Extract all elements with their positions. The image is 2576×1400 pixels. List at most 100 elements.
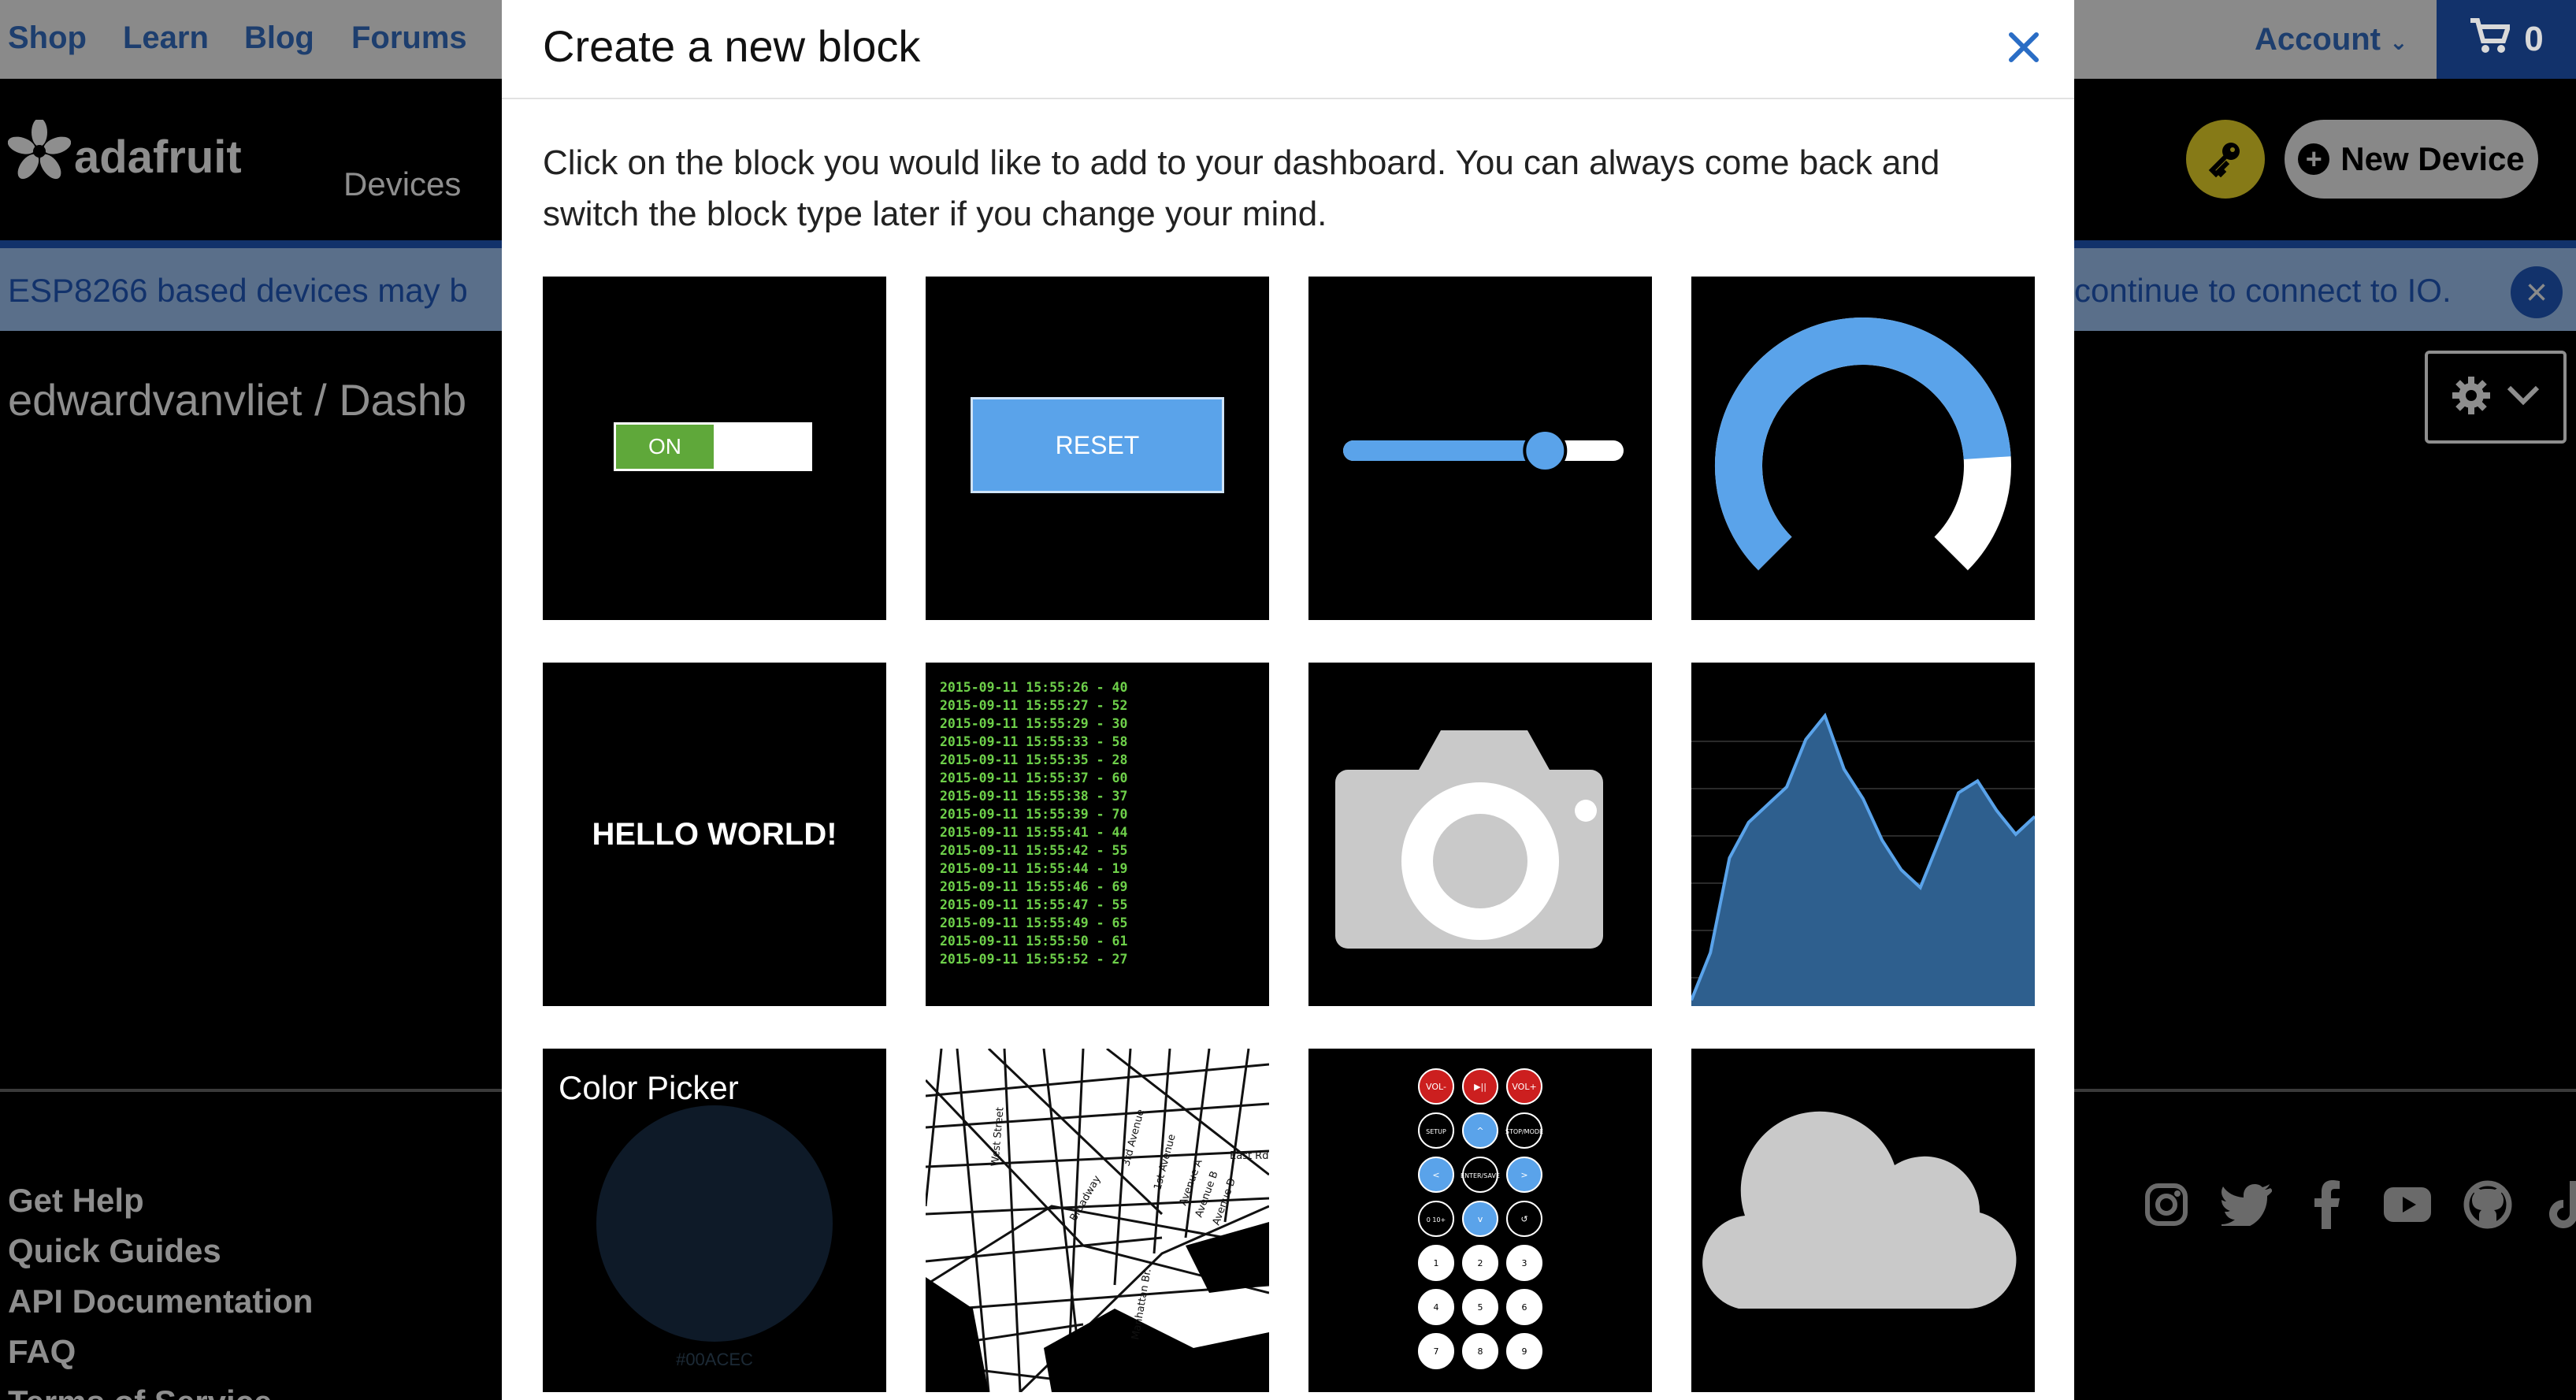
block-text[interactable]: HELLO WORLD! [543, 663, 886, 1006]
chevron-down-icon: ⌄ [2389, 30, 2408, 54]
remote-button: 0 10+ [1418, 1201, 1454, 1237]
remote-button: 8 [1462, 1333, 1498, 1369]
social-links [2141, 1179, 2576, 1230]
remote-button: 5 [1462, 1289, 1498, 1325]
footer-link-terms[interactable]: Terms of Service [8, 1383, 313, 1400]
close-icon[interactable] [1999, 22, 2049, 72]
block-line-chart[interactable] [1691, 663, 2035, 1006]
logo-text: adafruit [74, 131, 242, 183]
stream-line: 2015-09-11 15:55:46 - 69 [940, 879, 1128, 894]
breadcrumb: edwardvanvliet / Dashb [8, 375, 467, 425]
color-wheel [596, 1105, 833, 1342]
stream-line: 2015-09-11 15:55:37 - 60 [940, 771, 1128, 785]
nav-learn-link[interactable]: Learn [123, 20, 209, 56]
stream-line: 2015-09-11 15:55:44 - 19 [940, 861, 1128, 876]
remote-button-label: ^ [1476, 1126, 1483, 1136]
adafruit-logo[interactable]: adafruit [7, 118, 242, 194]
text-preview: HELLO WORLD! [592, 816, 837, 852]
remote-control-preview: VOL- ▶|| VOL+ SETUP ^ STOP/MODE < ENTER/SAVE >0 … [1418, 1068, 1543, 1369]
remote-button-label: 5 [1478, 1302, 1483, 1313]
remote-button-label: ENTER/SAVE [1461, 1172, 1500, 1179]
facebook-icon[interactable] [2302, 1179, 2352, 1230]
instagram-icon[interactable] [2141, 1179, 2192, 1230]
slider-knob [1523, 429, 1568, 473]
remote-button-label: STOP/MODE [1505, 1128, 1543, 1135]
block-weather[interactable] [1691, 1049, 2035, 1392]
remote-button: 2 [1462, 1245, 1498, 1281]
stream-line: 2015-09-11 15:55:49 - 65 [940, 915, 1128, 930]
block-slider[interactable] [1308, 277, 1652, 620]
footer-link-quick-guides[interactable]: Quick Guides [8, 1232, 313, 1283]
stream-line: 2015-09-11 15:55:47 - 55 [940, 897, 1128, 912]
remote-button-label: < [1432, 1170, 1439, 1180]
map-preview: West Street 3rd Avenue 1st Avenue Avenue… [926, 1049, 1269, 1392]
remote-button: VOL+ [1506, 1068, 1542, 1105]
youtube-icon[interactable] [2382, 1179, 2433, 1230]
remote-button: v [1462, 1201, 1498, 1237]
nav-devices-link[interactable]: Devices [343, 165, 461, 203]
remote-button: ↺ [1506, 1201, 1542, 1237]
cart-button[interactable]: 0 [2437, 0, 2576, 79]
modal-header: Create a new block [502, 0, 2074, 99]
create-block-modal: Create a new block Click on the block yo… [502, 0, 2074, 1400]
color-hex-value: #00ACEC [676, 1350, 753, 1369]
banner-text-left: ESP8266 based devices may b [8, 272, 468, 309]
remote-button: 3 [1506, 1245, 1542, 1281]
stream-line: 2015-09-11 15:55:33 - 58 [940, 734, 1128, 749]
tiktok-icon[interactable] [2543, 1179, 2576, 1230]
api-key-button[interactable] [2186, 120, 2265, 199]
footer-link-faq[interactable]: FAQ [8, 1333, 313, 1383]
remote-button-label: 2 [1478, 1258, 1483, 1268]
chart-area [1691, 715, 2035, 1006]
footer-links: Get Help Quick Guides API Documentation … [8, 1182, 313, 1400]
remote-button: 6 [1506, 1289, 1542, 1325]
modal-description: Click on the block you would like to add… [543, 143, 1940, 233]
block-map[interactable]: West Street 3rd Avenue 1st Avenue Avenue… [926, 1049, 1269, 1392]
camera-icon [1335, 730, 1603, 949]
remote-button: 4 [1418, 1289, 1454, 1325]
block-color-picker[interactable]: Color Picker #00ACEC [543, 1049, 886, 1392]
remote-button: ▶|| [1462, 1068, 1498, 1105]
remote-button-label: 8 [1478, 1346, 1483, 1357]
remote-button: < [1418, 1157, 1454, 1193]
remote-button-label: SETUP [1426, 1128, 1446, 1135]
flower-logo-icon [7, 118, 72, 194]
toggle-preview: ON [614, 422, 812, 471]
remote-button: VOL- [1418, 1068, 1454, 1105]
color-picker-label: Color Picker [559, 1069, 739, 1106]
map-label-east-rd: East Rd [1230, 1150, 1268, 1162]
stream-line: 2015-09-11 15:55:52 - 27 [940, 952, 1128, 967]
plus-icon: + [2298, 143, 2330, 175]
stream-log-preview: 2015-09-11 15:55:26 - 40 2015-09-11 15:55… [940, 678, 1127, 968]
cloud-icon [1702, 1111, 2017, 1309]
footer-link-get-help[interactable]: Get Help [8, 1182, 313, 1232]
line-chart-preview [1691, 712, 2035, 1006]
new-device-button[interactable]: + New Device [2285, 120, 2538, 199]
account-menu[interactable]: Account ⌄ [2255, 22, 2408, 58]
remote-button-label: VOL+ [1512, 1082, 1536, 1092]
block-toggle[interactable]: ON [543, 277, 886, 620]
banner-close-icon[interactable]: × [2511, 266, 2563, 318]
nav-forums-link[interactable]: Forums [351, 20, 467, 56]
block-gauge[interactable] [1691, 277, 2035, 620]
nav-shop-link[interactable]: Shop [8, 20, 87, 56]
nav-blog-link[interactable]: Blog [244, 20, 314, 56]
remote-button-label: 0 10+ [1427, 1216, 1446, 1224]
footer-link-api-docs[interactable]: API Documentation [8, 1283, 313, 1333]
cart-count: 0 [2524, 20, 2544, 58]
key-icon [2206, 138, 2245, 181]
stream-line: 2015-09-11 15:55:27 - 52 [940, 698, 1128, 713]
github-icon[interactable] [2463, 1179, 2513, 1230]
block-remote-control[interactable]: VOL- ▶|| VOL+ SETUP ^ STOP/MODE < ENTER/SAVE >0 … [1308, 1049, 1652, 1392]
remote-button: STOP/MODE [1505, 1112, 1543, 1149]
slider-preview [1343, 429, 1624, 473]
twitter-icon[interactable] [2222, 1179, 2272, 1230]
block-image[interactable] [1308, 663, 1652, 1006]
block-stream[interactable]: 2015-09-11 15:55:26 - 40 2015-09-11 15:55… [926, 663, 1269, 1006]
gauge-preview [1715, 318, 2011, 570]
remote-button-label: 3 [1522, 1258, 1527, 1268]
dashboard-settings-button[interactable] [2425, 351, 2567, 444]
toggle-off-area [714, 425, 810, 469]
block-momentary-button[interactable]: RESET [926, 277, 1269, 620]
stream-line: 2015-09-11 15:55:50 - 61 [940, 934, 1128, 949]
